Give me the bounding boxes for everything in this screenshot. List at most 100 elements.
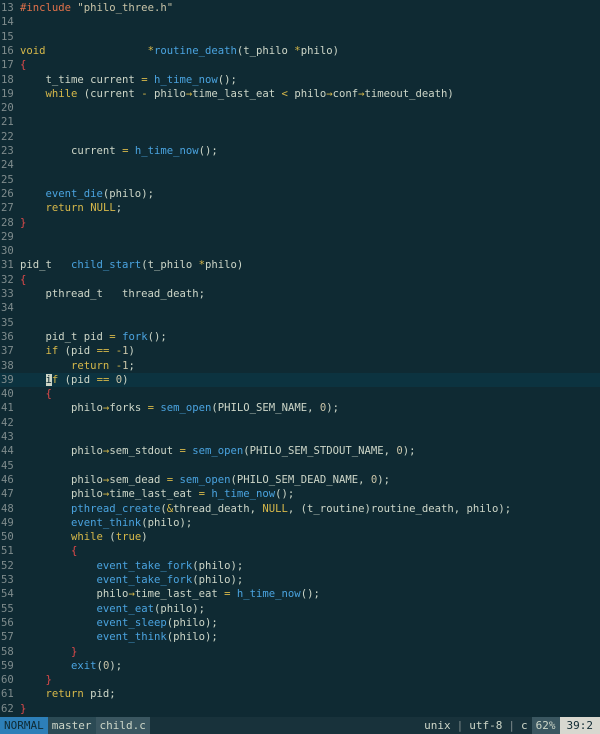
code-line[interactable]: 36 pid_t pid = fork(); (0, 330, 600, 344)
line-code: event_die(philo); (20, 187, 154, 201)
mode-indicator: NORMAL (0, 717, 48, 734)
code-line[interactable]: 61 return pid; (0, 687, 600, 701)
code-line[interactable]: 33 pthread_t thread_death; (0, 287, 600, 301)
code-line[interactable]: 58 } (0, 645, 600, 659)
code-line[interactable]: 18 t_time current = h_time_now(); (0, 73, 600, 87)
line-code: event_take_fork(philo); (20, 573, 244, 587)
code-token: h_time_now (134, 145, 199, 157)
code-line[interactable]: 42 (0, 416, 600, 430)
code-token: true (115, 531, 142, 544)
code-editor[interactable]: 13 #include "philo_three.h" 14 15 16 void *ro… (0, 0, 600, 717)
code-line[interactable]: 56 event_sleep(philo); (0, 616, 600, 630)
code-line[interactable]: 55 event_eat(philo); (0, 602, 600, 616)
code-line[interactable]: 19 while (current - philo→time_last_eat … (0, 87, 600, 101)
line-code: exit(0); (20, 659, 122, 673)
line-number: 36 (1, 330, 14, 343)
code-token: (philo); (166, 616, 218, 629)
code-line[interactable]: 23 current = h_time_now(); (0, 144, 600, 158)
code-line[interactable]: 49 event_think(philo); (0, 516, 600, 530)
code-token: current (20, 145, 123, 157)
code-line[interactable]: 21 (0, 115, 600, 129)
code-line[interactable]: 43 (0, 430, 600, 444)
code-line[interactable]: 27 return NULL; (0, 201, 600, 215)
code-token: ; (115, 202, 123, 215)
line-code: philo→time_last_eat = h_time_now(); (20, 487, 294, 501)
line-number: 24 (1, 159, 14, 172)
code-line[interactable]: 25 (0, 173, 600, 187)
line-number: 51 (1, 545, 14, 558)
code-token: void (20, 44, 46, 57)
code-line[interactable]: 45 (0, 459, 600, 473)
code-line[interactable]: 57 event_think(philo); (0, 630, 600, 644)
code-line[interactable]: 59 exit(0); (0, 659, 600, 673)
code-token: philo (20, 402, 103, 415)
line-code: philo→time_last_eat = h_time_now(); (20, 587, 320, 601)
code-token: fork (122, 330, 148, 343)
line-number: 50 (1, 531, 14, 544)
code-line[interactable]: 60 } (0, 673, 600, 687)
line-number: 48 (1, 502, 14, 515)
code-line[interactable]: 40 { (0, 387, 600, 401)
line-code: event_take_fork(philo); (20, 559, 244, 573)
code-line[interactable]: 13 #include "philo_three.h" (0, 1, 600, 15)
code-token: event_eat (96, 602, 154, 615)
code-line[interactable]: 15 (0, 30, 600, 44)
code-line-current[interactable]: 39 if (pid == 0) (0, 372, 600, 388)
line-code: { (20, 273, 26, 287)
code-token: } (71, 645, 78, 658)
code-line[interactable]: 30 (0, 244, 600, 258)
line-number: 44 (1, 445, 14, 458)
code-line[interactable]: 62} (0, 702, 600, 716)
code-line[interactable]: 35 (0, 316, 600, 330)
code-line[interactable]: 17 { (0, 58, 600, 72)
code-line[interactable]: 14 (0, 15, 600, 29)
code-line[interactable]: 16 void *routine_death(t_philo *philo) (0, 44, 600, 58)
code-token: return (45, 202, 84, 215)
code-line[interactable]: 32 { (0, 273, 600, 287)
code-line[interactable]: 48 pthread_create(&thread_death, NULL, (… (0, 502, 600, 516)
code-line[interactable]: 50 while (true) (0, 530, 600, 544)
code-line[interactable]: 34 (0, 301, 600, 315)
code-line[interactable]: 41 philo→forks = sem_open(PHILO_SEM_NAME… (0, 401, 600, 415)
code-token: conf (332, 87, 359, 100)
line-code: event_sleep(philo); (20, 616, 218, 630)
code-line[interactable]: 29 (0, 230, 600, 244)
code-line[interactable]: 52 event_take_fork(philo); (0, 559, 600, 573)
line-number: 31 (1, 259, 14, 272)
code-token: if (45, 345, 59, 358)
code-line[interactable]: 28} (0, 216, 600, 230)
code-line[interactable]: 46 philo→sem_dead = sem_open(PHILO_SEM_D… (0, 473, 600, 487)
code-line[interactable]: 44 philo→sem_stdout = sem_open(PHILO_SEM… (0, 444, 600, 458)
line-code: { (20, 387, 52, 401)
code-token: , (t_routine)routine_death, philo); (287, 502, 512, 515)
code-token: { (45, 388, 52, 401)
code-line[interactable]: 54 philo→time_last_eat = h_time_now(); (0, 587, 600, 601)
code-line[interactable]: 22 (0, 130, 600, 144)
code-line[interactable]: 51 { (0, 544, 600, 558)
code-token: philo (287, 87, 327, 100)
line-code: while (current - philo→time_last_eat < p… (20, 87, 454, 101)
code-line[interactable]: 26 event_die(philo); (0, 187, 600, 201)
code-line[interactable]: 53 event_take_fork(philo); (0, 573, 600, 587)
code-token: (philo); (192, 559, 244, 572)
code-line[interactable]: 47 philo→time_last_eat = h_time_now(); (0, 487, 600, 501)
code-line[interactable]: 31 pid_t child_start(t_philo *philo) (0, 258, 600, 272)
code-token: h_time_now (211, 488, 276, 501)
code-line[interactable]: 24 (0, 158, 600, 172)
code-line[interactable]: 38 return -1; (0, 359, 600, 373)
line-number: 26 (1, 187, 14, 200)
code-line[interactable]: 37 if (pid == -1) (0, 344, 600, 358)
line-number: 42 (1, 416, 14, 429)
line-code: } (20, 216, 26, 230)
code-line[interactable]: 20 (0, 101, 600, 115)
